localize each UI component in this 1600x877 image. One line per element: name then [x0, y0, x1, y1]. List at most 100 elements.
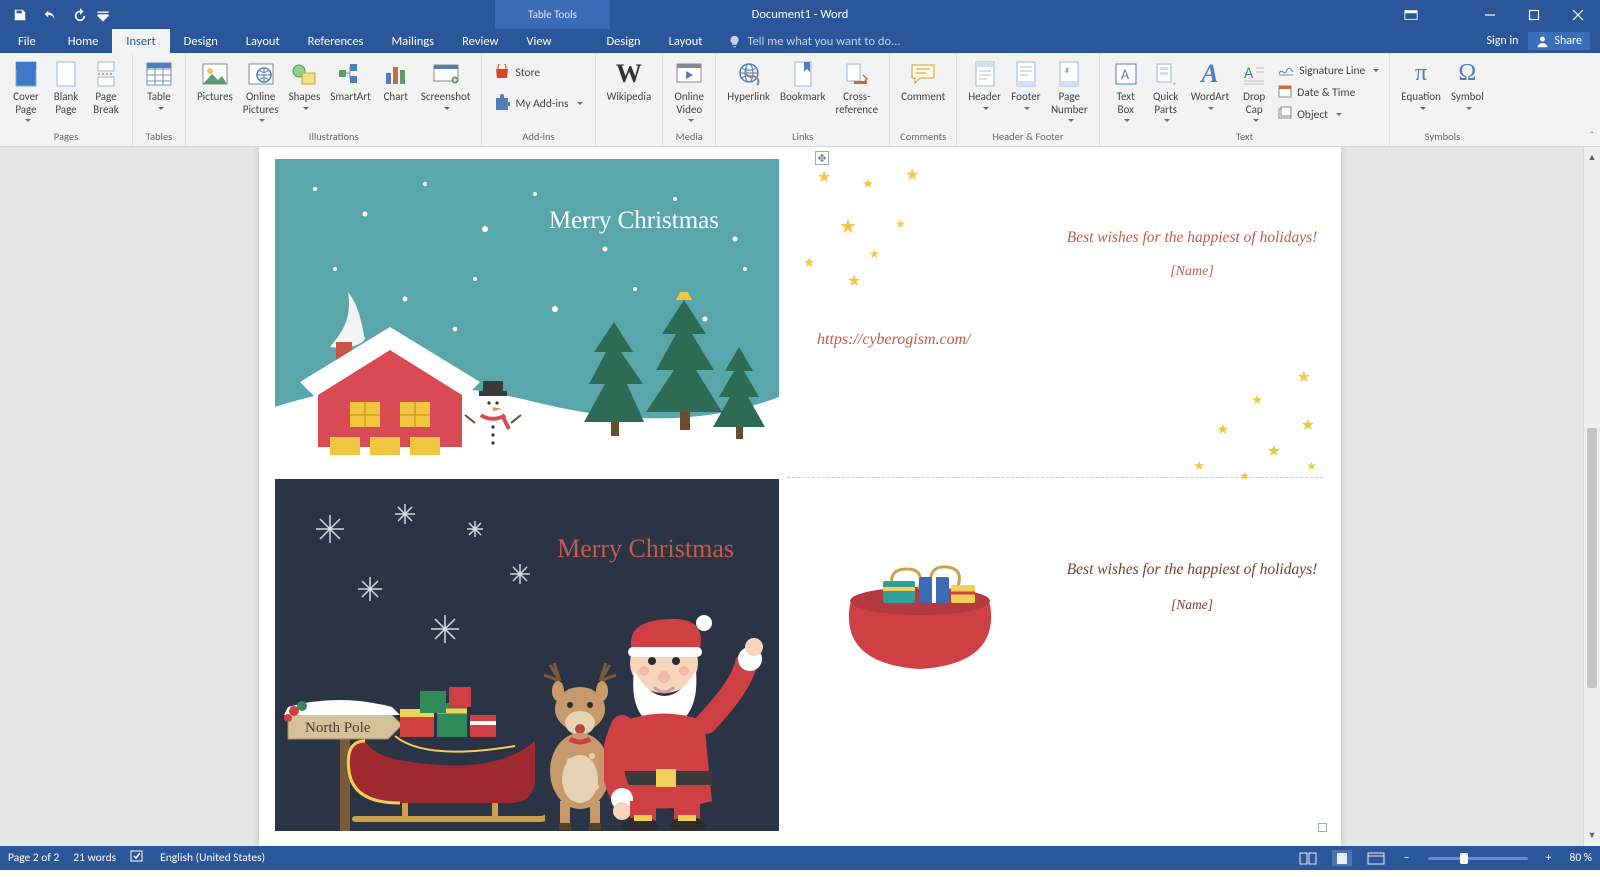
footer-label: Footer	[1011, 91, 1040, 104]
close-button[interactable]	[1556, 0, 1600, 29]
vertical-scrollbar[interactable]: ▲ ▼	[1583, 147, 1600, 846]
footer-button[interactable]: Footer	[1006, 57, 1046, 112]
object-button[interactable]: Object	[1276, 105, 1381, 125]
pictures-button[interactable]: Pictures	[192, 57, 238, 104]
card-2-front: Merry Christmas North Pole	[275, 479, 779, 831]
my-addins-button[interactable]: My Add-ins	[492, 93, 584, 115]
text-box-button[interactable]: AText Box	[1106, 57, 1146, 124]
group-tables-label: Tables	[139, 130, 179, 146]
maximize-button[interactable]	[1512, 0, 1556, 29]
store-icon	[494, 64, 510, 82]
ribbon-display-options-icon[interactable]	[1398, 0, 1424, 29]
star-icon: ★	[905, 165, 919, 185]
page-break-button[interactable]: Page Break	[86, 57, 126, 116]
print-layout-icon[interactable]	[1332, 850, 1352, 866]
tell-me-search[interactable]: Tell me what you want to do...	[716, 29, 900, 53]
account-area: Sign in Share	[1476, 29, 1600, 53]
wordart-button[interactable]: AWordArt	[1186, 57, 1234, 112]
tab-layout[interactable]: Layout	[232, 29, 294, 53]
text-box-label: Text Box	[1117, 91, 1135, 116]
sign-in-link[interactable]: Sign in	[1486, 34, 1518, 48]
scroll-up-icon[interactable]: ▲	[1586, 151, 1599, 164]
save-icon[interactable]	[6, 2, 34, 28]
table-button[interactable]: Table	[139, 57, 179, 112]
card-2-inside-left	[787, 479, 1047, 831]
chart-button[interactable]: Chart	[376, 57, 416, 104]
spellcheck-icon[interactable]	[130, 849, 146, 867]
url-text: https://cyberogism.com/	[817, 331, 971, 349]
zoom-out-button[interactable]: −	[1400, 851, 1414, 865]
shapes-button[interactable]: Shapes	[284, 57, 326, 112]
screenshot-button[interactable]: Screenshot	[416, 57, 476, 112]
wikipedia-button[interactable]: WWikipedia	[602, 57, 657, 104]
hyperlink-button[interactable]: Hyperlink	[722, 57, 775, 104]
tab-tabletools-layout[interactable]: Layout	[655, 29, 717, 53]
qat-customize-icon[interactable]	[96, 2, 110, 28]
equation-button[interactable]: πEquation	[1396, 57, 1446, 112]
tab-review[interactable]: Review	[448, 29, 512, 53]
cross-reference-button[interactable]: Cross- reference	[830, 57, 883, 116]
page[interactable]: ✥ Merry Christmas	[259, 147, 1341, 846]
drop-cap-button[interactable]: ADrop Cap	[1234, 57, 1274, 124]
my-addins-label: My Add-ins	[515, 97, 568, 111]
smartart-button[interactable]: SmartArt	[325, 57, 376, 104]
star-icon: ★	[1267, 441, 1281, 461]
tab-references[interactable]: References	[294, 29, 378, 53]
zoom-slider-thumb[interactable]	[1460, 853, 1468, 864]
online-video-button[interactable]: Online Video	[669, 57, 709, 124]
card-1-inside-left: ★ ★ ★ ★ ★ ★ ★ ★ https://cyberogism.com/	[787, 159, 1047, 477]
zoom-slider[interactable]	[1428, 857, 1528, 860]
language-indicator[interactable]: English (United States)	[160, 851, 265, 865]
scroll-thumb[interactable]	[1587, 428, 1597, 688]
group-links: Hyperlink Bookmark Cross- reference Link…	[716, 53, 890, 146]
tab-tabletools-design[interactable]: Design	[592, 29, 654, 53]
online-pictures-button[interactable]: Online Pictures	[238, 57, 284, 124]
symbol-button[interactable]: ΩSymbol	[1446, 57, 1489, 112]
store-button[interactable]: Store	[492, 63, 584, 83]
group-tables: Table Tables	[133, 53, 186, 146]
group-illustrations-label: Illustrations	[192, 130, 475, 146]
tab-file[interactable]: File	[0, 29, 54, 53]
redo-icon[interactable]	[66, 2, 94, 28]
group-links-label: Links	[722, 130, 883, 146]
word-count[interactable]: 21 words	[73, 851, 116, 865]
table-resize-handle-icon[interactable]	[1318, 823, 1327, 832]
lightbulb-icon	[728, 35, 741, 48]
group-text-label: Text	[1106, 130, 1384, 146]
share-button[interactable]: Share	[1528, 32, 1590, 50]
comment-button[interactable]: Comment	[896, 57, 950, 104]
star-icon: ★	[1251, 393, 1263, 408]
quick-parts-button[interactable]: Quick Parts	[1146, 57, 1186, 124]
web-layout-icon[interactable]	[1366, 850, 1386, 866]
header-button[interactable]: Header	[963, 57, 1006, 112]
status-bar: Page 2 of 2 21 words English (United Sta…	[0, 846, 1600, 870]
scroll-down-icon[interactable]: ▼	[1586, 829, 1599, 842]
zoom-in-button[interactable]: +	[1542, 851, 1556, 865]
drop-cap-label: Drop Cap	[1243, 91, 1265, 116]
wish-text-1: Best wishes for the happiest of holidays…	[1059, 229, 1325, 247]
date-time-button[interactable]: Date & Time	[1276, 83, 1381, 103]
tab-mailings[interactable]: Mailings	[377, 29, 448, 53]
wordart-label: WordArt	[1191, 91, 1229, 104]
blank-page-button[interactable]: Blank Page	[46, 57, 86, 116]
pictures-label: Pictures	[197, 91, 233, 104]
document-title: Document1 - Word	[752, 7, 849, 22]
read-mode-icon[interactable]	[1298, 850, 1318, 866]
signature-line-button[interactable]: Signature Line	[1276, 61, 1381, 81]
zoom-level[interactable]: 80 %	[1570, 851, 1592, 865]
tab-insert[interactable]: Insert	[112, 29, 169, 53]
tab-design[interactable]: Design	[170, 29, 232, 53]
cover-page-button[interactable]: Cover Page	[6, 57, 46, 124]
date-time-label: Date & Time	[1297, 86, 1355, 100]
tab-view[interactable]: View	[512, 29, 565, 53]
window-controls	[1468, 0, 1600, 29]
undo-icon[interactable]	[36, 2, 64, 28]
minimize-button[interactable]	[1468, 0, 1512, 29]
bookmark-button[interactable]: Bookmark	[775, 57, 830, 104]
group-hf-label: Header & Footer	[963, 130, 1092, 146]
star-icon: ★	[1306, 459, 1317, 474]
collapse-ribbon-icon[interactable]: ˆ	[1590, 129, 1594, 142]
tab-home[interactable]: Home	[54, 29, 113, 53]
page-indicator[interactable]: Page 2 of 2	[8, 851, 59, 865]
page-number-button[interactable]: #Page Number	[1046, 57, 1093, 124]
